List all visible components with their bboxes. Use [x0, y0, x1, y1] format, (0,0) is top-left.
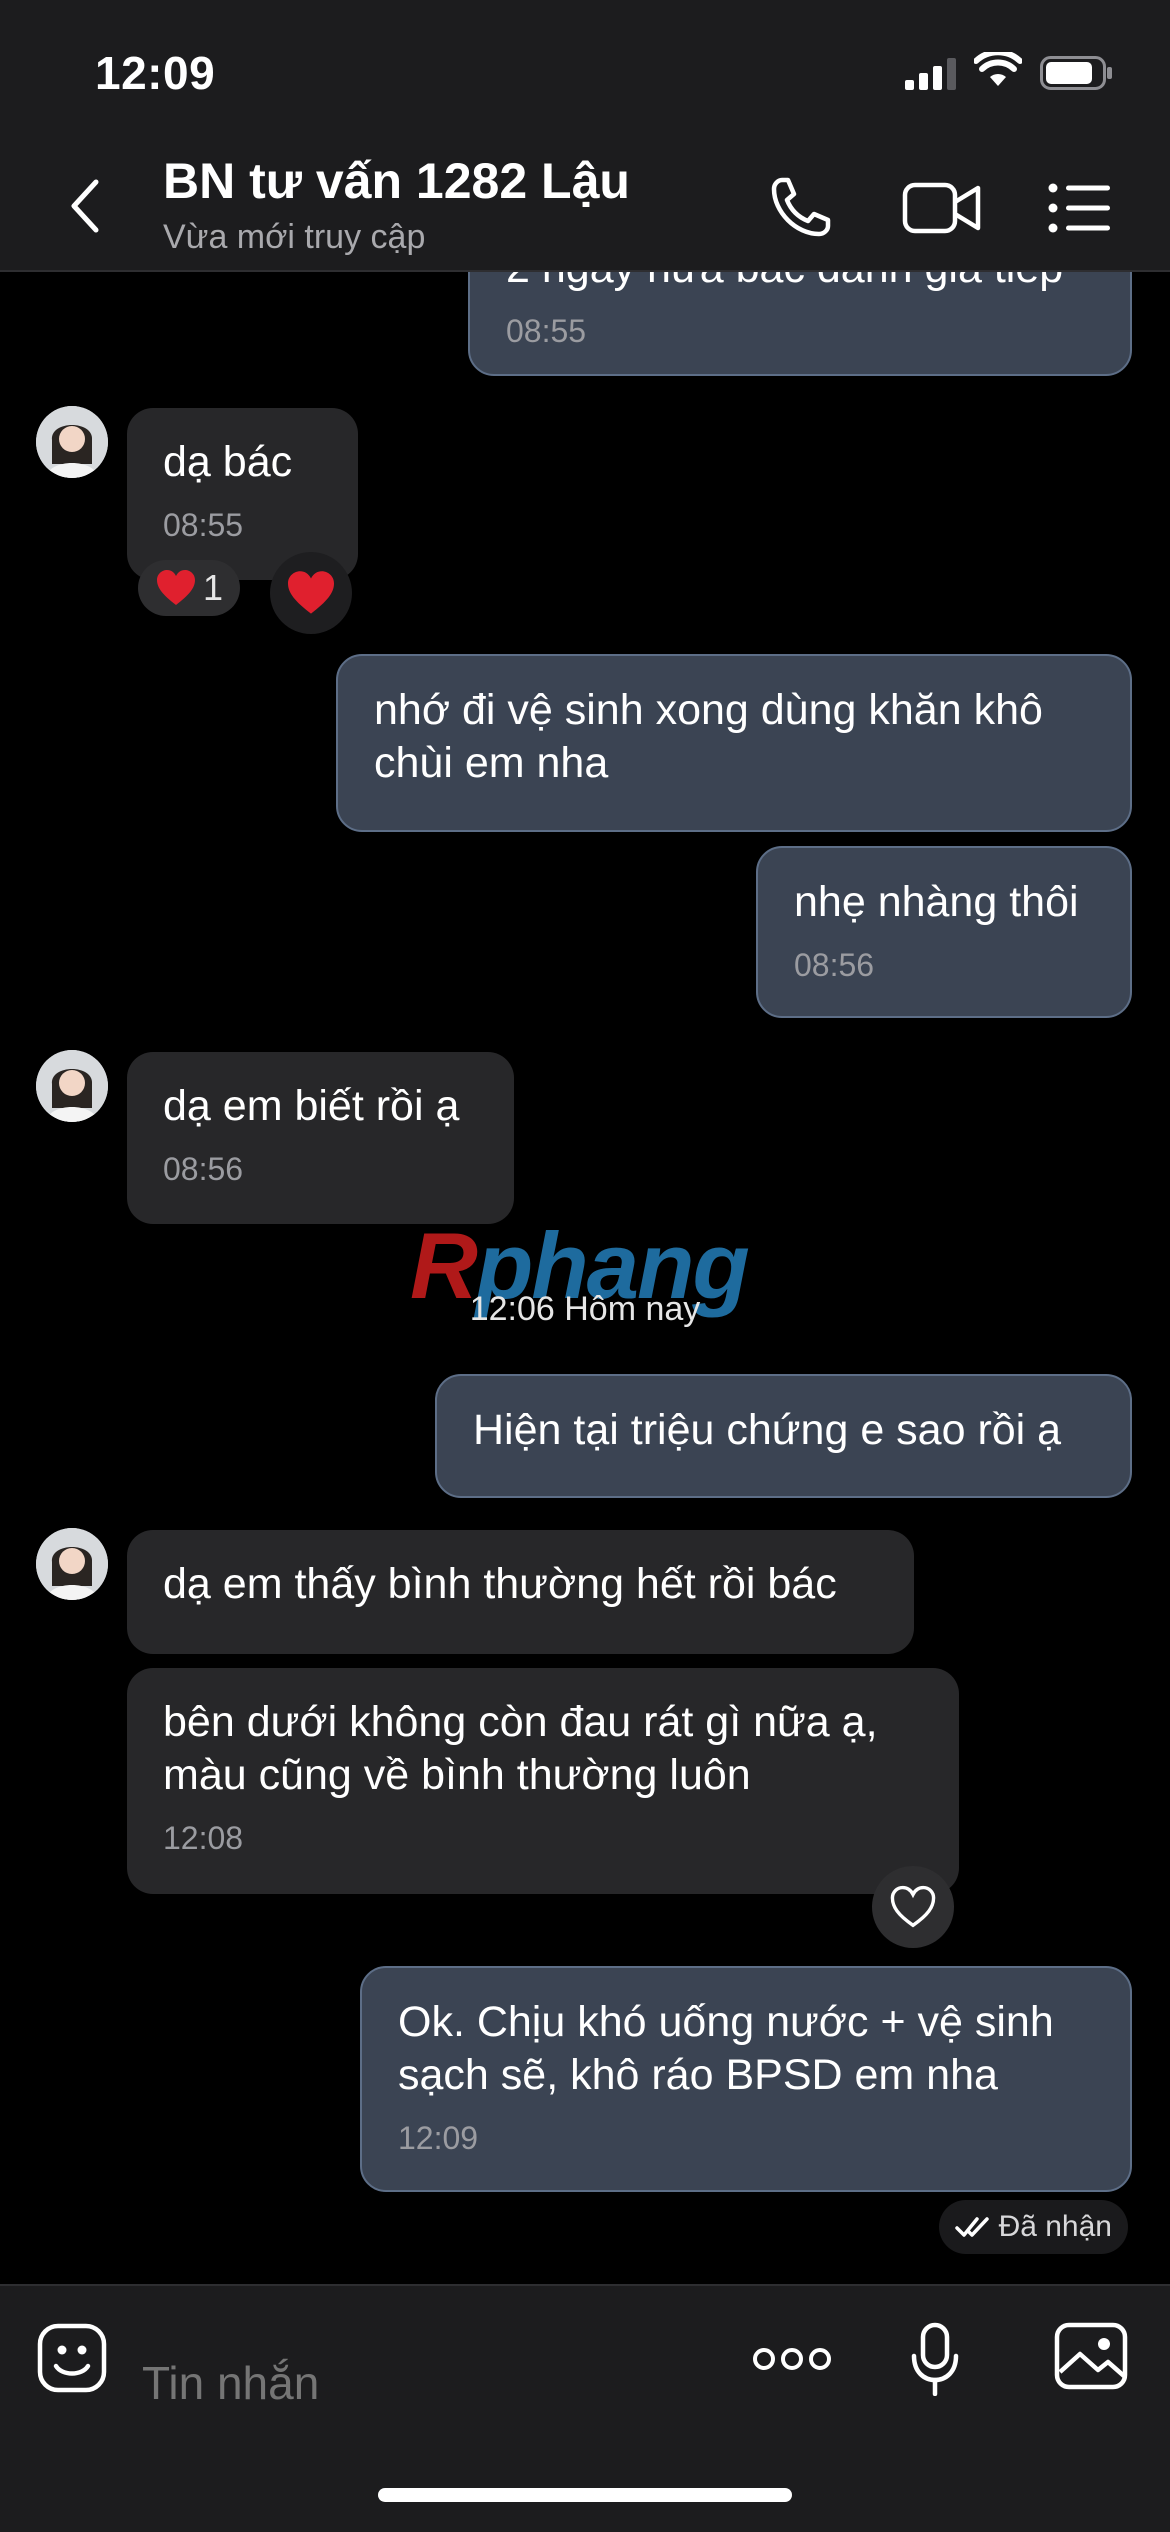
contact-avatar[interactable] — [36, 1050, 108, 1122]
message-list[interactable]: 2 ngày nữa bác đánh giá tiếp 08:55 dạ bá… — [0, 272, 1170, 2284]
message-time: 08:55 — [163, 507, 244, 543]
time-divider: 12:06 Hôm nay — [469, 1290, 701, 1328]
more-options-icon[interactable] — [752, 2344, 832, 2374]
message-text: Ok. Chịu khó uống nước + vệ sinh sạch sẽ… — [398, 1998, 1054, 2099]
back-chevron-icon[interactable] — [66, 176, 106, 236]
message-incoming[interactable]: dạ em biết rồi ạ 08:56 — [127, 1052, 514, 1224]
message-outgoing[interactable]: Ok. Chịu khó uống nước + vệ sinh sạch sẽ… — [360, 1966, 1132, 2192]
status-bar: 12:09 — [0, 0, 1170, 140]
wifi-icon — [974, 52, 1022, 86]
message-outgoing[interactable]: 2 ngày nữa bác đánh giá tiếp 08:55 — [468, 272, 1132, 376]
avatar-image — [36, 1050, 108, 1122]
message-time: 08:55 — [506, 313, 587, 349]
react-button[interactable] — [270, 552, 352, 634]
home-indicator[interactable] — [378, 2488, 792, 2502]
chat-header: BN tư vấn 1282 Lậu Vừa mới truy cập — [0, 140, 1170, 272]
video-call-icon[interactable] — [902, 180, 982, 236]
message-text: nhớ đi vệ sinh xong dùng khăn khô chùi e… — [374, 686, 1043, 787]
avatar-image — [36, 406, 108, 478]
message-text: nhẹ nhàng thôi — [794, 878, 1079, 926]
menu-list-icon[interactable] — [1048, 182, 1110, 234]
message-outgoing[interactable]: Hiện tại triệu chứng e sao rồi ạ — [435, 1374, 1132, 1498]
message-time: 08:56 — [163, 1151, 244, 1187]
delivery-status-label: Đã nhận — [998, 2210, 1112, 2243]
message-outgoing[interactable]: nhớ đi vệ sinh xong dùng khăn khô chùi e… — [336, 654, 1132, 832]
message-text: dạ em biết rồi ạ — [163, 1082, 460, 1130]
cellular-signal-icon — [905, 58, 956, 90]
heart-icon — [288, 571, 334, 614]
contact-avatar[interactable] — [36, 1528, 108, 1600]
microphone-icon[interactable] — [910, 2322, 960, 2396]
message-incoming[interactable]: bên dưới không còn đau rát gì nữa ạ, màu… — [127, 1668, 959, 1894]
presence-status: Vừa mới truy cập — [163, 218, 426, 256]
react-button[interactable] — [872, 1866, 954, 1948]
message-text: Hiện tại triệu chứng e sao rồi ạ — [473, 1406, 1062, 1454]
avatar-image — [36, 1528, 108, 1600]
message-text: dạ bác — [163, 438, 293, 486]
heart-icon — [156, 570, 195, 605]
contact-avatar[interactable] — [36, 406, 108, 478]
double-check-icon — [954, 2217, 989, 2237]
conversation-title[interactable]: BN tư vấn 1282 Lậu — [163, 152, 630, 210]
heart-outline-icon — [890, 1885, 936, 1928]
reaction-count: 1 — [202, 567, 224, 608]
message-outgoing[interactable]: nhẹ nhàng thôi 08:56 — [756, 846, 1132, 1018]
message-text: 2 ngày nữa bác đánh giá tiếp — [506, 272, 1096, 295]
message-text: bên dưới không còn đau rát gì nữa ạ, màu… — [163, 1698, 878, 1799]
phone-call-icon[interactable] — [768, 174, 834, 240]
sticker-emoji-icon[interactable] — [36, 2322, 108, 2394]
message-time: 08:56 — [794, 947, 875, 983]
status-time: 12:09 — [95, 47, 216, 99]
delivery-status: Đã nhận — [938, 2200, 1128, 2254]
message-input[interactable] — [142, 2356, 702, 2410]
battery-icon — [1040, 56, 1112, 90]
message-incoming[interactable]: dạ em thấy bình thường hết rồi bác — [127, 1530, 914, 1654]
photo-gallery-icon[interactable] — [1054, 2322, 1128, 2390]
message-text: dạ em thấy bình thường hết rồi bác — [163, 1560, 837, 1608]
message-time: 12:09 — [398, 2120, 479, 2156]
message-time: 12:08 — [163, 1820, 244, 1856]
reaction-summary[interactable]: 1 — [138, 560, 240, 616]
